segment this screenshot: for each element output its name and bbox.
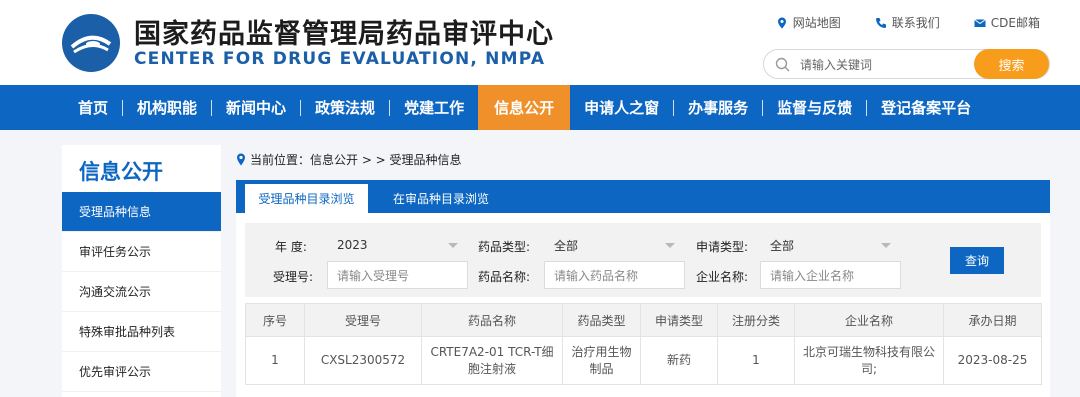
drug-type-label: 药品类型: [478, 240, 531, 254]
table-header-row: 序号 受理号 药品名称 药品类型 申请类型 注册分类 企业名称 承办日期 [245, 303, 1042, 337]
chevron-down-icon [448, 243, 458, 248]
tab-accepted-catalog[interactable]: 受理品种目录浏览 [245, 184, 368, 213]
main-nav: 首页 机构职能 新闻中心 政策法规 党建工作 信息公开 申请人之窗 办事服务 监… [0, 85, 1080, 130]
col-header-accept-no: 受理号 [304, 303, 422, 337]
breadcrumb-text: 当前位置：信息公开 > > 受理品种信息 [250, 153, 462, 167]
table-row[interactable]: 1 CXSL2300572 CRTE7A2-01 TCR-T细胞注射液 治疗用生… [245, 336, 1042, 385]
col-header-drug-type: 药品类型 [562, 303, 641, 337]
cell-company: 北京可瑞生物科技有限公司; [794, 336, 944, 385]
drug-type-select[interactable]: 全部 [544, 231, 685, 259]
cell-accept-no: CXSL2300572 [304, 336, 422, 385]
contact-link[interactable]: 联系我们 [875, 14, 940, 31]
nav-item-home[interactable]: 首页 [64, 85, 122, 130]
accept-no-label: 受理号: [273, 270, 314, 284]
col-header-company: 企业名称 [794, 303, 944, 337]
drug-name-input[interactable]: 请输入药品名称 [544, 261, 685, 289]
nav-item-info-disclosure[interactable]: 信息公开 [478, 85, 571, 130]
site-search: 搜索 [763, 49, 1050, 79]
contact-label: 联系我们 [891, 16, 940, 30]
col-header-date: 承办日期 [943, 303, 1042, 337]
tab-under-review-catalog[interactable]: 在审品种目录浏览 [381, 184, 501, 213]
site-title-en: CENTER FOR DRUG EVALUATION, NMPA [134, 49, 546, 69]
nav-item-functions[interactable]: 机构职能 [123, 85, 211, 130]
apply-type-value: 全部 [770, 238, 795, 253]
mailbox-label: CDE邮箱 [990, 16, 1040, 30]
breadcrumb: 当前位置：信息公开 > > 受理品种信息 [236, 151, 462, 168]
chevron-down-icon [665, 243, 675, 248]
nav-item-party[interactable]: 党建工作 [390, 85, 478, 130]
location-pin-icon [777, 17, 786, 28]
top-links: 网站地图 联系我们 CDE邮箱 [776, 14, 1040, 31]
col-header-drug-name: 药品名称 [421, 303, 563, 337]
query-button[interactable]: 查询 [950, 247, 1004, 274]
nav-item-feedback[interactable]: 监督与反馈 [763, 85, 866, 130]
apply-type-label: 申请类型: [696, 240, 749, 254]
nav-item-policy[interactable]: 政策法规 [301, 85, 389, 130]
site-header: 国家药品监督管理局药品审评中心 CENTER FOR DRUG EVALUATI… [0, 0, 1080, 85]
col-header-apply-type: 申请类型 [640, 303, 718, 337]
sidebar-item-review-tasks[interactable]: 审评任务公示 [62, 232, 221, 272]
cde-logo[interactable] [62, 14, 120, 72]
nav-item-applicant[interactable]: 申请人之窗 [570, 85, 673, 130]
col-header-index: 序号 [245, 303, 305, 337]
nav-item-services[interactable]: 办事服务 [674, 85, 762, 130]
cell-apply-type: 新药 [640, 336, 718, 385]
cell-date: 2023-08-25 [943, 336, 1042, 385]
col-header-reg-class: 注册分类 [717, 303, 795, 337]
year-label: 年 度: [275, 240, 307, 254]
mail-icon [974, 18, 986, 27]
nav-item-registration[interactable]: 登记备案平台 [867, 85, 985, 130]
company-input[interactable]: 请输入企业名称 [760, 261, 901, 289]
sidebar-item-communication[interactable]: 沟通交流公示 [62, 272, 221, 312]
search-button[interactable]: 搜索 [974, 49, 1049, 79]
mailbox-link[interactable]: CDE邮箱 [974, 14, 1040, 31]
search-input[interactable] [800, 56, 970, 74]
cell-index: 1 [245, 336, 305, 385]
apply-type-select[interactable]: 全部 [760, 231, 901, 259]
site-title-cn: 国家药品监督管理局药品审评中心 [134, 19, 554, 50]
sidebar-item-accepted-varieties[interactable]: 受理品种信息 [62, 192, 221, 232]
cell-reg-class: 1 [717, 336, 795, 385]
sidebar-title: 信息公开 [79, 160, 163, 184]
sitemap-label: 网站地图 [792, 16, 841, 30]
chevron-down-icon [881, 243, 891, 248]
content-panel: 受理品种目录浏览 在审品种目录浏览 年 度: 2023 药品类型: 全部 申请类… [236, 180, 1050, 397]
search-icon [775, 57, 790, 72]
cell-drug-name: CRTE7A2-01 TCR-T细胞注射液 [421, 336, 563, 385]
results-table: 序号 受理号 药品名称 药品类型 申请类型 注册分类 企业名称 承办日期 1 C… [245, 303, 1042, 385]
accept-no-input[interactable]: 请输入受理号 [327, 261, 468, 289]
drug-type-value: 全部 [554, 238, 579, 253]
tab-bar: 受理品种目录浏览 在审品种目录浏览 [236, 180, 1050, 213]
sidebar: 信息公开 受理品种信息 审评任务公示 沟通交流公示 特殊审批品种列表 优先审评公… [62, 145, 221, 397]
cell-drug-type: 治疗用生物制品 [562, 336, 641, 385]
phone-icon [875, 17, 886, 28]
filter-form: 年 度: 2023 药品类型: 全部 申请类型: 全部 受理号: 请输入受理号 … [245, 223, 1041, 297]
sidebar-item-special-approval[interactable]: 特殊审批品种列表 [62, 312, 221, 352]
sitemap-link[interactable]: 网站地图 [776, 14, 841, 31]
company-label: 企业名称: [696, 270, 749, 284]
sidebar-item-priority-review[interactable]: 优先审评公示 [62, 352, 221, 392]
nav-item-news[interactable]: 新闻中心 [212, 85, 300, 130]
location-pin-icon [237, 153, 245, 166]
drug-name-label: 药品名称: [478, 270, 531, 284]
year-value: 2023 [337, 238, 368, 252]
year-select[interactable]: 2023 [327, 231, 468, 259]
